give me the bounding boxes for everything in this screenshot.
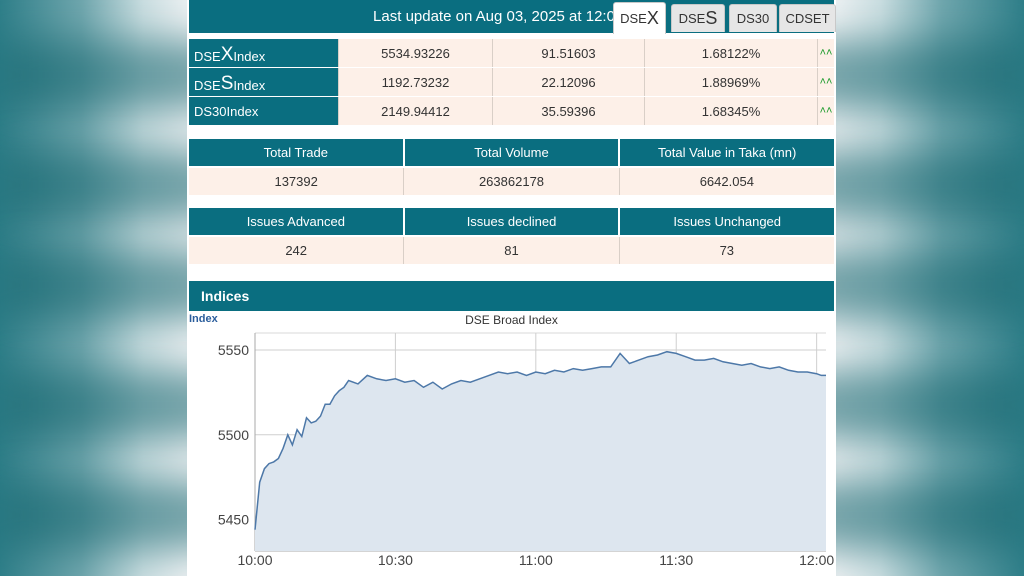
total-value-header: Total Value in Taka (mn)	[620, 139, 835, 166]
issues-declined-value: 81	[404, 237, 620, 264]
double-up-arrow-icon: ˄˄	[817, 68, 834, 96]
indices-header: Indices	[189, 281, 834, 311]
tab-dses[interactable]: DSE S	[671, 4, 725, 32]
index-percent: 1.88969%	[644, 68, 817, 96]
x-tick-label: 12:00	[799, 552, 834, 568]
index-chart: Index DSE Broad Index 5450 5500 5550 10:00 1…	[187, 311, 836, 576]
y-tick-label: 5450	[218, 512, 249, 528]
double-up-arrow-icon: ˄˄	[817, 39, 834, 67]
tab-dsex[interactable]: DSE X	[613, 2, 666, 34]
issues-unchanged-header: Issues Unchanged	[620, 208, 835, 235]
total-value-value: 6642.054	[619, 168, 834, 195]
x-tick-label: 10:30	[378, 552, 413, 568]
x-tick-label: 10:00	[237, 552, 272, 568]
indices-title: Indices	[201, 288, 250, 304]
index-change: 91.51603	[492, 39, 644, 67]
index-name: DS30 Index	[189, 97, 338, 125]
x-tick-label: 11:30	[659, 552, 693, 568]
issues-advanced-value: 242	[189, 237, 405, 264]
last-update-text: Last update on Aug 03, 2025 at 12:02 PM	[373, 8, 650, 25]
issues-advanced-header: Issues Advanced	[189, 208, 405, 235]
total-trade-header: Total Trade	[189, 139, 405, 166]
index-change: 22.12096	[492, 68, 644, 96]
y-tick-label: 5550	[218, 342, 249, 358]
index-value: 2149.94412	[338, 97, 492, 125]
chart-svg: 5450 5500 5550 10:00 10:30 11:00 11:30 12:00	[218, 332, 834, 568]
index-name: DSE X Index	[189, 39, 338, 67]
issues-unchanged-value: 73	[619, 237, 834, 264]
index-row-ds30[interactable]: DS30 Index 2149.94412 35.59396 1.68345% …	[189, 97, 834, 125]
index-row-dses[interactable]: DSE S Index 1192.73232 22.12096 1.88969% …	[189, 68, 834, 96]
index-name: DSE S Index	[189, 68, 338, 96]
tab-cdset[interactable]: CDSET	[779, 4, 836, 32]
double-up-arrow-icon: ˄˄	[817, 97, 834, 125]
index-change: 35.59396	[492, 97, 644, 125]
index-value: 1192.73232	[338, 68, 492, 96]
tab-ds30[interactable]: DS30	[729, 4, 777, 32]
market-summary-panel: Last update on Aug 03, 2025 at 12:02 PM …	[187, 0, 836, 576]
index-row-dsex[interactable]: DSE X Index 5534.93226 91.51603 1.68122% …	[189, 39, 834, 67]
total-volume-header: Total Volume	[404, 139, 621, 166]
index-percent: 1.68345%	[644, 97, 817, 125]
total-trade-value: 137392	[189, 168, 405, 195]
index-percent: 1.68122%	[644, 39, 817, 67]
issues-declined-header: Issues declined	[404, 208, 621, 235]
series-area	[255, 351, 826, 551]
y-tick-label: 5500	[218, 427, 249, 443]
total-volume-value: 263862178	[404, 168, 620, 195]
index-value: 5534.93226	[338, 39, 492, 67]
x-tick-label: 11:00	[519, 552, 553, 568]
